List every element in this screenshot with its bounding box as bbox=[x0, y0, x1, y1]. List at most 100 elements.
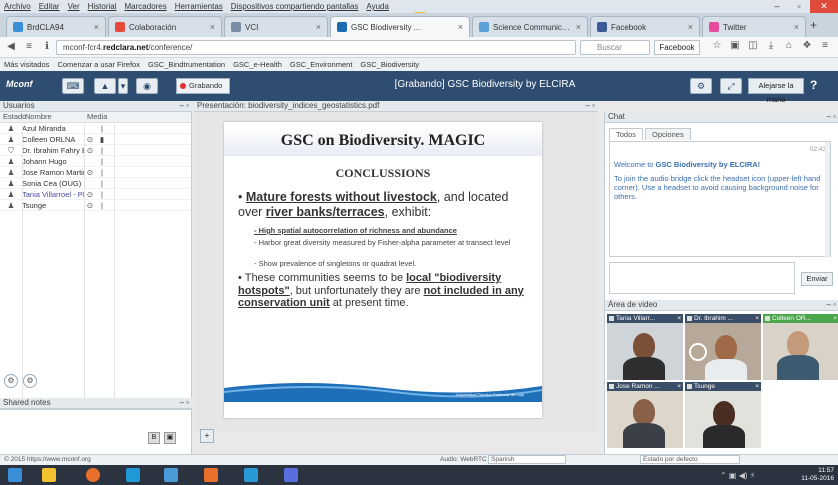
tab-close-icon[interactable]: × bbox=[316, 22, 321, 32]
tab-twitter[interactable]: Twitter × bbox=[702, 16, 806, 37]
help-icon[interactable]: ? bbox=[810, 78, 817, 92]
extension-icon[interactable]: ❖ bbox=[798, 40, 816, 51]
pocket-icon[interactable]: ◫ bbox=[744, 40, 762, 51]
close-icon[interactable]: × bbox=[677, 382, 681, 391]
panel-minimize-icon[interactable]: – ▫ bbox=[826, 300, 836, 310]
search-input[interactable]: Buscar bbox=[580, 40, 650, 55]
maximize-icon[interactable]: ▫ bbox=[788, 0, 810, 13]
language-select[interactable]: Spanish bbox=[488, 455, 566, 464]
raise-hand-button[interactable]: Alejarse la mano bbox=[748, 78, 804, 104]
tab-chat-options[interactable]: Opciones bbox=[645, 128, 691, 140]
user-row[interactable]: ♟ Jose Ramon Martinez⊙ | bbox=[0, 167, 191, 178]
bookmarks-bar: Más visitados Comenzar a usar Firefox GS… bbox=[0, 58, 838, 71]
bookmark-gsc-biodiversity[interactable]: GSC_Biodiversity bbox=[360, 60, 419, 69]
video-tile[interactable]: Tania Villarr... × bbox=[607, 314, 683, 380]
layout-button[interactable]: ⤢ bbox=[720, 78, 742, 94]
bookmark-gsc-ehealth[interactable]: GSC_e-Health bbox=[233, 60, 282, 69]
menu-devices[interactable]: Dispositivos compartiendo pantallas bbox=[231, 2, 359, 11]
menu-tools[interactable]: Herramientas bbox=[175, 2, 223, 11]
panel-minimize-icon[interactable]: – ▫ bbox=[179, 398, 189, 408]
tab-close-icon[interactable]: × bbox=[210, 22, 215, 32]
user-row[interactable]: ♟ Tania Villarroel - PI ⊙ | bbox=[0, 189, 191, 200]
skype-icon[interactable] bbox=[126, 468, 140, 482]
user-row[interactable]: ♟ Colleen ORLNA ⊙ ▮ bbox=[0, 134, 191, 145]
settings-icon[interactable] bbox=[164, 468, 178, 482]
bookmark-getting-started[interactable]: Comenzar a usar Firefox bbox=[57, 60, 140, 69]
user-row[interactable]: ♟ Tsunge ⊙ | bbox=[0, 200, 191, 211]
menu-icon[interactable]: ≡ bbox=[22, 40, 36, 54]
app-icon[interactable] bbox=[244, 468, 258, 482]
copyright-link[interactable]: © 2015 https://www.mconf.org bbox=[4, 455, 91, 465]
headset-button[interactable]: ⌨ bbox=[62, 78, 84, 94]
record-button[interactable]: Grabando bbox=[176, 78, 230, 94]
device-select[interactable]: Estado por defecto bbox=[640, 455, 740, 464]
video-tile[interactable]: Colleen OR... × bbox=[763, 314, 838, 380]
tab-gsc-biodiversity[interactable]: GSC Biodiversity ... × bbox=[330, 16, 470, 37]
menu-help[interactable]: Ayuda bbox=[366, 2, 389, 11]
file-explorer-icon[interactable] bbox=[42, 468, 56, 482]
tab-close-icon[interactable]: × bbox=[458, 22, 463, 32]
home-icon[interactable]: ⌂ bbox=[780, 40, 798, 51]
new-tab-icon[interactable]: + bbox=[810, 18, 817, 32]
tab-chat-all[interactable]: Todos bbox=[609, 128, 644, 140]
user-row[interactable]: ♟ Sonia Cea (OUG) | bbox=[0, 178, 191, 189]
download-icon[interactable]: ⤓ bbox=[762, 40, 780, 51]
back-icon[interactable]: ◀ bbox=[4, 40, 18, 54]
user-row[interactable]: ♟ Johann Hugo | bbox=[0, 156, 191, 167]
settings-button[interactable]: ⚙ bbox=[690, 78, 712, 94]
menu-edit[interactable]: Editar bbox=[39, 2, 60, 11]
video-tile[interactable]: Jose Ramon ... × bbox=[607, 382, 683, 448]
facebook-field[interactable]: Facebook bbox=[654, 40, 700, 55]
tab-close-icon[interactable]: × bbox=[94, 22, 99, 32]
menu-history[interactable]: Historial bbox=[88, 2, 117, 11]
send-button[interactable]: Enviar bbox=[801, 272, 833, 286]
user-row[interactable]: ⛉ Dr. Ibrahim Fahry Bose⊙ | bbox=[0, 145, 191, 156]
gear-icon[interactable]: ⚙ bbox=[23, 374, 37, 388]
user-status-icon: ⛉ bbox=[8, 146, 14, 155]
panel-minimize-icon[interactable]: – ▫ bbox=[179, 101, 189, 111]
bookmark-gsc-environment[interactable]: GSC_Environment bbox=[290, 60, 353, 69]
user-row[interactable]: ♟ Azul Miranda | bbox=[0, 123, 191, 134]
close-icon[interactable]: × bbox=[677, 314, 681, 323]
url-bar[interactable]: mconf-fcr4.redclara.net/conference/ bbox=[56, 40, 576, 55]
tab-facebook[interactable]: Facebook × bbox=[590, 16, 700, 37]
tab-colaboracion[interactable]: Colaboración × bbox=[108, 16, 222, 37]
tab-brdcla[interactable]: BrdCLA94 × bbox=[6, 16, 106, 37]
bold-icon[interactable]: B bbox=[148, 432, 160, 444]
panel-minimize-icon[interactable]: – ▫ bbox=[826, 112, 836, 122]
settings-icon[interactable]: ⚙ bbox=[4, 374, 18, 388]
tab-vci[interactable]: VCI × bbox=[224, 16, 328, 37]
mic-dropdown-icon[interactable]: ▾ bbox=[118, 78, 128, 94]
menu-bookmarks[interactable]: Marcadores bbox=[125, 2, 167, 11]
bookmark-gsc-bindtrumentation[interactable]: GSC_Bindtrumentation bbox=[148, 60, 225, 69]
close-icon[interactable]: × bbox=[755, 314, 759, 323]
microphone-button[interactable]: ▲ bbox=[94, 78, 116, 94]
chat-input[interactable] bbox=[609, 262, 795, 294]
close-icon[interactable]: × bbox=[833, 314, 837, 323]
bookmark-most-visited[interactable]: Más visitados bbox=[4, 60, 49, 69]
webcam-button[interactable]: ◉ bbox=[136, 78, 158, 94]
tab-close-icon[interactable]: × bbox=[688, 22, 693, 32]
firefox-icon[interactable] bbox=[86, 468, 100, 482]
star-icon[interactable]: ☆ bbox=[708, 40, 726, 51]
system-tray-icons[interactable]: ⌃ ▣ ◀) ⚡ bbox=[720, 471, 755, 480]
tab-science-communication[interactable]: Science Communication × bbox=[472, 16, 588, 37]
windows-start-icon[interactable] bbox=[8, 468, 22, 482]
hamburger-icon[interactable]: ≡ bbox=[816, 40, 834, 51]
close-icon[interactable]: ✕ bbox=[810, 0, 838, 13]
menu-file[interactable]: Archivo bbox=[4, 2, 31, 11]
powerpoint-icon[interactable] bbox=[204, 468, 218, 482]
chat-scrollbar[interactable] bbox=[825, 142, 830, 258]
video-tile[interactable]: Dr. Ibrahim ... × bbox=[685, 314, 761, 380]
upload-presentation-button[interactable]: + bbox=[200, 429, 214, 443]
video-tile[interactable]: Tsunge × bbox=[685, 382, 761, 448]
word-icon[interactable] bbox=[284, 468, 298, 482]
save-icon[interactable]: ▣ bbox=[164, 432, 176, 444]
tab-close-icon[interactable]: × bbox=[576, 22, 581, 32]
close-icon[interactable]: × bbox=[755, 382, 759, 391]
reading-list-icon[interactable]: ▣ bbox=[726, 40, 744, 51]
panel-minimize-icon[interactable]: – ▫ bbox=[585, 101, 595, 111]
minimize-icon[interactable]: – bbox=[766, 0, 788, 13]
menu-view[interactable]: Ver bbox=[68, 2, 80, 11]
tab-close-icon[interactable]: × bbox=[794, 22, 799, 32]
